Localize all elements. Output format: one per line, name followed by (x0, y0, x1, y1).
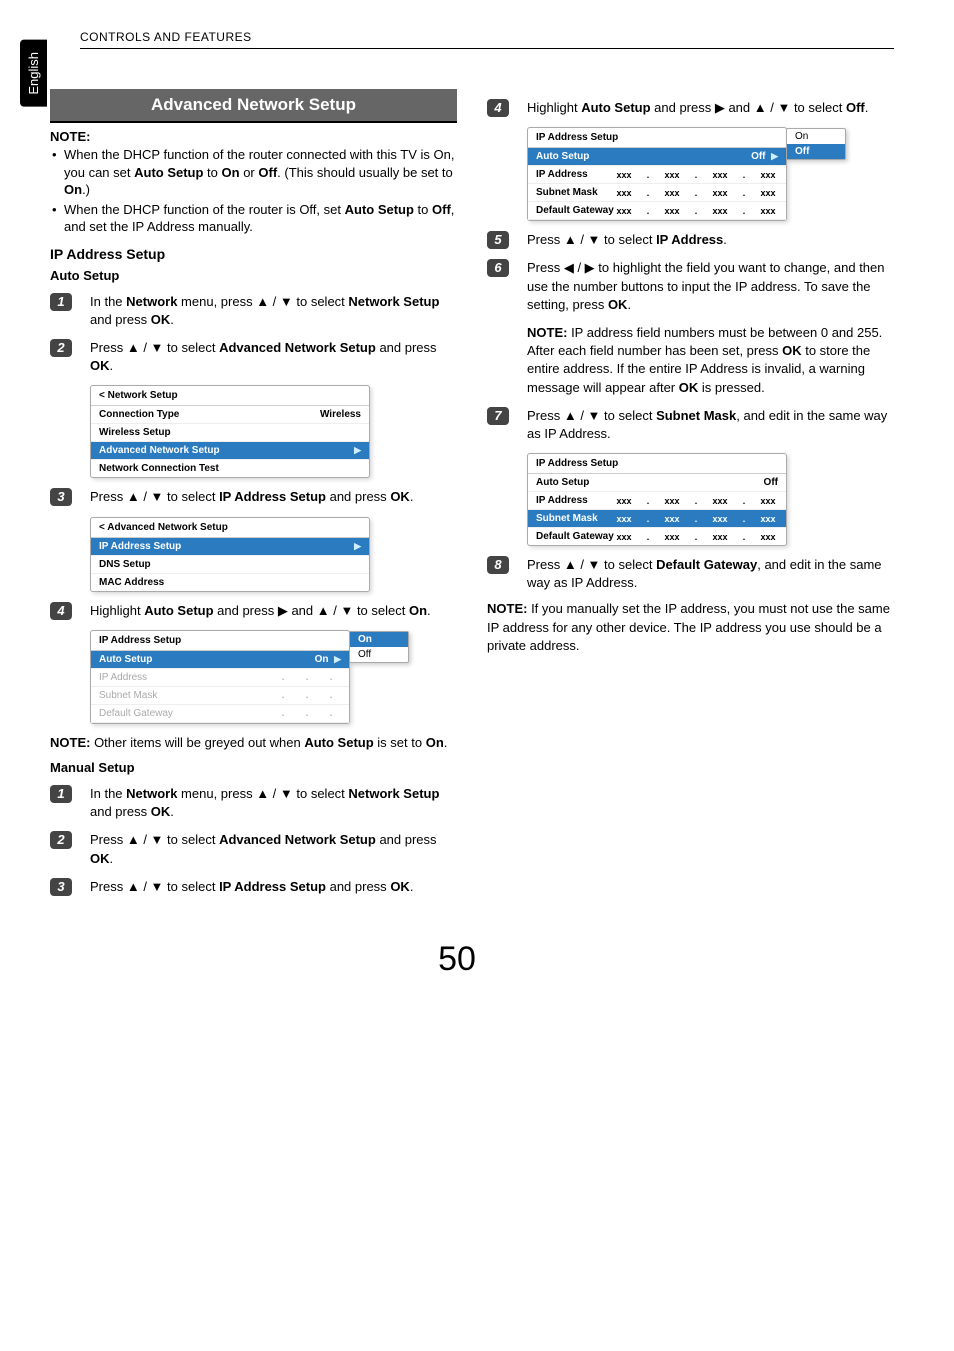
heading-auto-setup: Auto Setup (50, 268, 457, 283)
menu-row[interactable]: DNS Setup (91, 556, 369, 574)
chevron-right-icon: ▶ (334, 654, 341, 664)
menu-row[interactable]: Network Connection Test (91, 460, 369, 477)
step-text: Press ▲ / ▼ to select IP Address Setup a… (90, 488, 457, 506)
right-column: 4 Highlight Auto Setup and press ▶ and ▲… (487, 89, 894, 900)
ui-title: < Network Setup (91, 386, 369, 406)
step-text: Press ▲ / ▼ to select Default Gateway, a… (527, 556, 894, 592)
ui-ip-address-setup-off: IP Address Setup Auto SetupOff ▶ IP Addr… (527, 127, 787, 221)
step-text: Press ▲ / ▼ to select Subnet Mask, and e… (527, 407, 894, 443)
ui-title: < Advanced Network Setup (91, 518, 369, 538)
menu-row[interactable]: Wireless Setup (91, 424, 369, 442)
menu-row-disabled: Subnet Mask... (91, 687, 349, 705)
step-text: In the Network menu, press ▲ / ▼ to sele… (90, 785, 457, 821)
menu-row[interactable]: Auto SetupOff (528, 474, 786, 492)
heading-ip-setup: IP Address Setup (50, 246, 457, 262)
page-number: 50 (20, 940, 894, 979)
ui-title: IP Address Setup (528, 454, 786, 474)
dropdown-flyout: On Off (349, 631, 409, 663)
flyout-option[interactable]: On (787, 129, 845, 144)
chevron-right-icon: ▶ (354, 541, 361, 552)
language-tab: English (20, 40, 47, 107)
ui-ip-address-setup-on: IP Address Setup Auto SetupOn ▶ IP Addre… (90, 630, 350, 724)
note-paragraph: NOTE: If you manually set the IP address… (487, 600, 894, 655)
ui-title: IP Address Setup (528, 128, 786, 148)
ui-title: IP Address Setup (91, 631, 349, 651)
menu-row[interactable]: Subnet Maskxxx. xxx. xxx. xxx (528, 184, 786, 202)
ui-advanced-network-menu: < Advanced Network Setup IP Address Setu… (90, 517, 370, 592)
heading-manual-setup: Manual Setup (50, 760, 457, 775)
step-text: Highlight Auto Setup and press ▶ and ▲ /… (527, 99, 894, 117)
note-item: When the DHCP function of the router is … (50, 201, 457, 236)
step-number-icon: 4 (50, 602, 76, 620)
menu-row-selected[interactable]: Subnet Maskxxx. xxx. xxx. xxx (528, 510, 786, 528)
step-number-icon: 8 (487, 556, 513, 592)
menu-row-selected[interactable]: Auto SetupOn ▶ (91, 651, 349, 669)
ui-network-setup-menu: < Network Setup Connection TypeWireless … (90, 385, 370, 478)
flyout-option-selected[interactable]: On (350, 632, 408, 647)
menu-row[interactable]: IP Addressxxx. xxx. xxx. xxx (528, 166, 786, 184)
step-text: Press ▲ / ▼ to select Advanced Network S… (90, 831, 457, 867)
step-number-icon: 2 (50, 831, 76, 867)
step-text: In the Network menu, press ▲ / ▼ to sele… (90, 293, 457, 329)
note-item: When the DHCP function of the router con… (50, 146, 457, 199)
page-header: CONTROLS AND FEATURES (80, 30, 894, 49)
menu-row-disabled: IP Address... (91, 669, 349, 687)
flyout-option[interactable]: Off (350, 647, 408, 662)
step-number-icon: 3 (50, 878, 76, 896)
menu-row[interactable]: Default Gatewayxxx. xxx. xxx. xxx (528, 202, 786, 220)
chevron-right-icon: ▶ (354, 445, 361, 456)
note-paragraph: NOTE: Other items will be greyed out whe… (50, 734, 457, 752)
step-number-icon: 1 (50, 293, 76, 329)
step-text: Press ◀ / ▶ to highlight the field you w… (527, 259, 894, 396)
menu-row[interactable]: MAC Address (91, 574, 369, 591)
menu-row[interactable]: Connection TypeWireless (91, 406, 369, 424)
step-number-icon: 4 (487, 99, 513, 117)
menu-row[interactable]: IP Addressxxx. xxx. xxx. xxx (528, 492, 786, 510)
menu-row-disabled: Default Gateway... (91, 705, 349, 723)
left-column: Advanced Network Setup NOTE: When the DH… (50, 89, 457, 900)
step-number-icon: 6 (487, 259, 513, 396)
step-number-icon: 1 (50, 785, 76, 821)
step-number-icon: 3 (50, 488, 76, 506)
step-text: Press ▲ / ▼ to select IP Address. (527, 231, 894, 249)
step-text: Highlight Auto Setup and press ▶ and ▲ /… (90, 602, 457, 620)
flyout-option-selected[interactable]: Off (787, 144, 845, 159)
step-number-icon: 7 (487, 407, 513, 443)
menu-row-selected[interactable]: Auto SetupOff ▶ (528, 148, 786, 166)
step-text: Press ▲ / ▼ to select IP Address Setup a… (90, 878, 457, 896)
menu-row-selected[interactable]: IP Address Setup▶ (91, 538, 369, 556)
menu-row[interactable]: Default Gatewayxxx. xxx. xxx. xxx (528, 528, 786, 545)
step-number-icon: 5 (487, 231, 513, 249)
step-text: Press ▲ / ▼ to select Advanced Network S… (90, 339, 457, 375)
dropdown-flyout: On Off (786, 128, 846, 160)
chevron-right-icon: ▶ (771, 151, 778, 161)
step-number-icon: 2 (50, 339, 76, 375)
section-title: Advanced Network Setup (50, 89, 457, 123)
ui-ip-address-setup-subnet: IP Address Setup Auto SetupOff IP Addres… (527, 453, 787, 546)
menu-row-selected[interactable]: Advanced Network Setup▶ (91, 442, 369, 460)
note-label: NOTE: (50, 129, 457, 144)
